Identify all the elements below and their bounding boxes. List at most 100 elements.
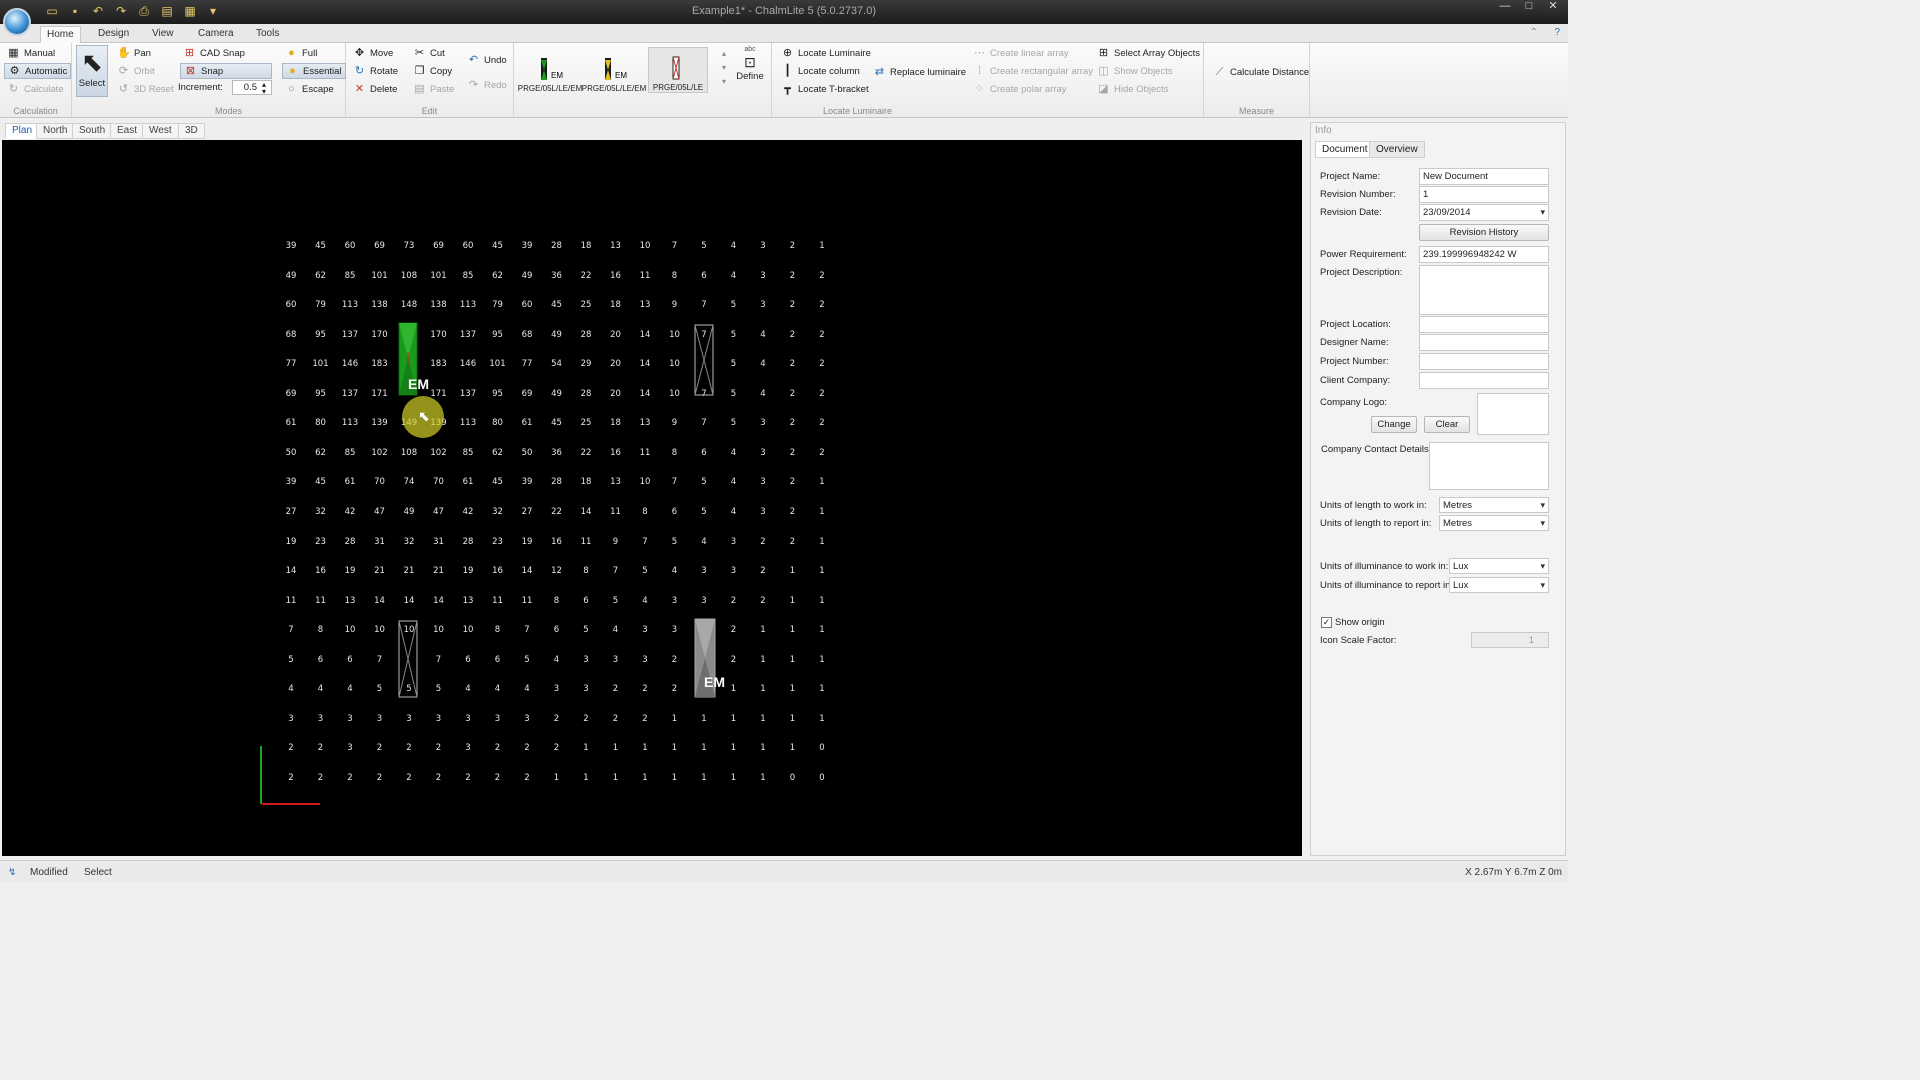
units-illuminance-work-select[interactable]: Lux xyxy=(1449,558,1549,574)
grid-value: 1 xyxy=(612,772,619,783)
polar-array-button[interactable]: ⁘ Create polar array xyxy=(970,81,1070,97)
project-description-input[interactable] xyxy=(1419,265,1549,315)
client-company-input[interactable] xyxy=(1419,372,1549,389)
grid-value: 1 xyxy=(730,684,737,695)
grid-value: 60 xyxy=(462,241,474,251)
tab-south[interactable]: South xyxy=(72,123,113,139)
grid-value: 2 xyxy=(612,713,619,724)
tab-north[interactable]: North xyxy=(36,123,75,139)
luminaire-outline[interactable] xyxy=(398,620,418,698)
maximize-button[interactable]: □ xyxy=(1518,0,1540,13)
rectangular-array-button[interactable]: ⁞ Create rectangular array xyxy=(970,63,1096,79)
units-length-work-select[interactable]: Metres xyxy=(1439,497,1549,513)
tab-east[interactable]: East xyxy=(110,123,145,139)
luminaire-prge-em-2[interactable]: EM PRGE/05L/LE/EM xyxy=(582,47,646,93)
grid-value: 28 xyxy=(344,536,356,547)
show-origin-label: Show origin xyxy=(1335,617,1385,628)
luminaire-outline[interactable] xyxy=(694,324,714,396)
show-objects-button[interactable]: ◫ Show Objects xyxy=(1094,63,1176,79)
tab-plan[interactable]: Plan xyxy=(5,123,40,139)
select-button[interactable]: ⬉ Select xyxy=(76,45,108,97)
minimize-button[interactable]: — xyxy=(1494,0,1516,13)
project-name-input[interactable]: New Document xyxy=(1419,168,1549,185)
linear-array-button[interactable]: ⋯ Create linear array xyxy=(970,45,1072,61)
icon-scale-input[interactable]: 1 xyxy=(1471,632,1549,648)
company-contact-input[interactable] xyxy=(1429,442,1549,490)
select-array-button[interactable]: ⊞ Select Array Objects xyxy=(1094,45,1203,61)
redo-button[interactable]: ↷ Redo xyxy=(464,77,510,93)
increment-spinner-icon[interactable]: ▴ ▾ xyxy=(262,81,266,96)
revision-number-input[interactable]: 1 xyxy=(1419,186,1549,203)
locate-tbracket-button[interactable]: ┳ Locate T-bracket xyxy=(778,81,872,97)
tab-document[interactable]: Document xyxy=(1315,141,1375,158)
grid-value: 2 xyxy=(789,270,796,281)
escape-button[interactable]: ○ Escape xyxy=(282,81,337,97)
grid-value: 79 xyxy=(492,300,503,311)
3d-reset-button[interactable]: ↺ 3D Reset xyxy=(114,81,177,97)
tab-3d[interactable]: 3D xyxy=(178,123,205,139)
full-button[interactable]: ● Full xyxy=(282,45,320,61)
application-menu-button[interactable] xyxy=(3,8,31,36)
hide-objects-button[interactable]: ◪ Hide Objects xyxy=(1094,81,1171,97)
luminaire-prge[interactable]: PRGE/05L/LE xyxy=(648,47,708,93)
pan-button[interactable]: ✋ Pan xyxy=(114,45,154,61)
gallery-scroll-icon[interactable]: ▴ ▾ ▾ xyxy=(722,47,726,89)
tab-camera[interactable]: Camera xyxy=(192,26,240,43)
designer-name-input[interactable] xyxy=(1419,334,1549,351)
locate-luminaire-button[interactable]: ⊕ Locate Luminaire xyxy=(778,45,874,61)
grid-value: 1 xyxy=(730,743,737,754)
delete-button[interactable]: ✕ Delete xyxy=(350,81,400,97)
grid-value: 6 xyxy=(465,654,471,665)
grid-value: 2 xyxy=(789,359,796,370)
orbit-button[interactable]: ⟳ Orbit xyxy=(114,63,158,79)
automatic-button[interactable]: ⚙ Automatic xyxy=(4,63,72,79)
project-number-input[interactable] xyxy=(1419,353,1549,370)
tab-west[interactable]: West xyxy=(142,123,179,139)
tab-design[interactable]: Design xyxy=(92,26,135,43)
snap-button[interactable]: ⊠ Snap xyxy=(180,63,272,79)
collapse-ribbon-icon[interactable]: ⌃ xyxy=(1530,27,1538,38)
close-button[interactable]: ✕ xyxy=(1542,0,1564,13)
revision-history-button[interactable]: Revision History xyxy=(1419,224,1549,241)
grid-value: 62 xyxy=(492,270,503,281)
replace-luminaire-button[interactable]: ⇄ Replace luminaire xyxy=(870,64,969,80)
paste-button[interactable]: ▤ Paste xyxy=(410,81,457,97)
calculate-button[interactable]: ↻ Calculate xyxy=(4,81,67,97)
grid-value: 14 xyxy=(580,506,592,517)
plan-canvas[interactable]: 39 45 60 69 73 69 60 45 39 28 18 13 10 7 5 4 3 2 1 49 62 85 10… xyxy=(2,140,1302,856)
tab-home[interactable]: Home xyxy=(40,26,81,43)
move-button[interactable]: ✥ Move xyxy=(350,45,396,61)
grid-value: 49 xyxy=(521,270,533,281)
grid-value: 1 xyxy=(819,684,825,695)
tab-tools[interactable]: Tools xyxy=(250,26,285,43)
grid-value: 5 xyxy=(612,595,619,606)
grid-value: 4 xyxy=(347,684,353,695)
define-button[interactable]: abc ⊡ Define xyxy=(734,46,766,82)
cad-snap-button[interactable]: ⊞ CAD Snap xyxy=(180,45,248,61)
locate-column-button[interactable]: ┃ Locate column xyxy=(778,63,863,79)
cut-button[interactable]: ✂ Cut xyxy=(410,45,448,61)
tab-view[interactable]: View xyxy=(146,26,180,43)
manual-button[interactable]: ▦ Manual xyxy=(4,45,58,61)
grid-value: 7 xyxy=(701,300,707,311)
units-length-report-label: Units of length to report in: xyxy=(1320,518,1432,529)
revision-date-picker[interactable]: 23/09/2014 xyxy=(1419,204,1549,221)
copy-button[interactable]: ❐ Copy xyxy=(410,63,455,79)
grid-value: 45 xyxy=(492,477,503,488)
undo-button[interactable]: ↶ Undo xyxy=(464,52,510,68)
grid-value: 32 xyxy=(315,506,326,517)
project-location-input[interactable] xyxy=(1419,316,1549,333)
units-illuminance-report-select[interactable]: Lux xyxy=(1449,577,1549,593)
units-length-report-select[interactable]: Metres xyxy=(1439,515,1549,531)
help-icon[interactable]: ? xyxy=(1554,27,1560,38)
tab-overview[interactable]: Overview xyxy=(1369,141,1425,158)
clear-logo-button[interactable]: Clear xyxy=(1424,416,1470,433)
luminaire-prge-em-1[interactable]: EM PRGE/05L/LE/EM xyxy=(518,47,582,93)
calculate-distance-button[interactable]: ⟋ Calculate Distance xyxy=(1210,64,1312,80)
grid-value: 1 xyxy=(760,625,766,636)
essential-button[interactable]: ● Essential xyxy=(282,63,346,79)
company-logo-box[interactable] xyxy=(1477,393,1549,435)
change-logo-button[interactable]: Change xyxy=(1371,416,1417,433)
rotate-button[interactable]: ↻ Rotate xyxy=(350,63,401,79)
show-origin-checkbox[interactable]: ✓ xyxy=(1321,617,1332,628)
